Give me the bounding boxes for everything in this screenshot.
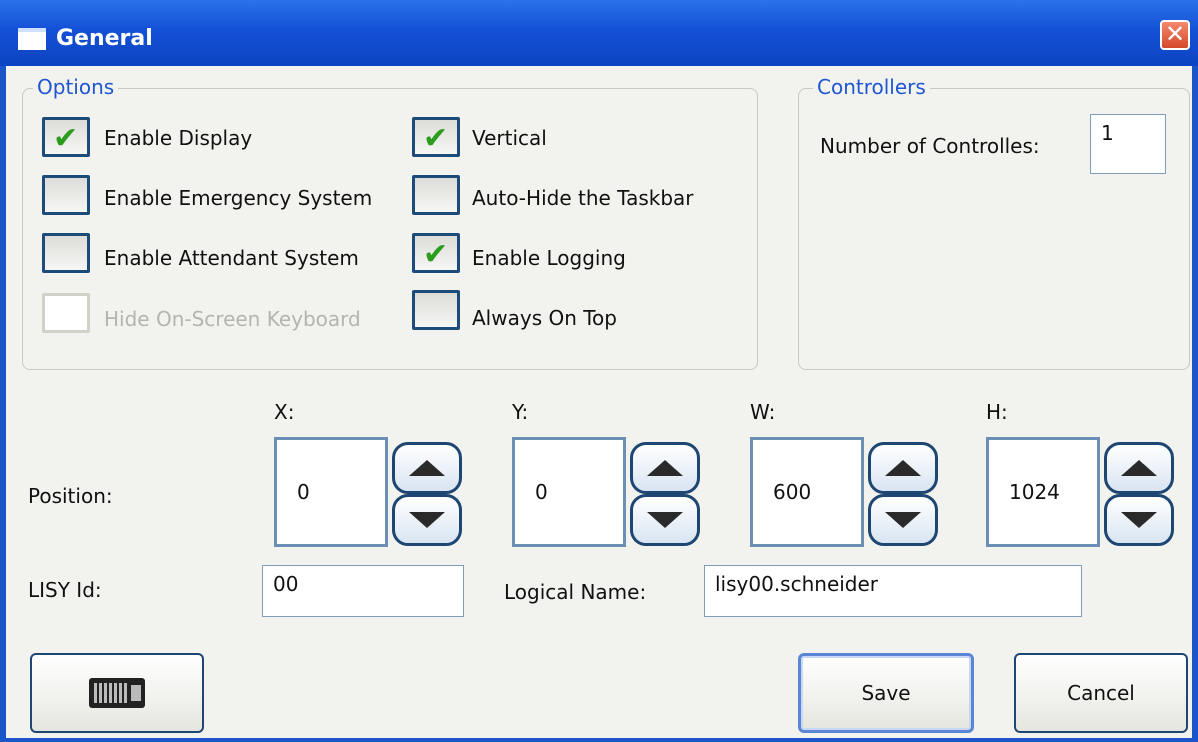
- position-label: Position:: [28, 484, 113, 508]
- keyboard-button[interactable]: [30, 653, 204, 733]
- logical-name-label: Logical Name:: [504, 580, 647, 604]
- enable-logging-label: Enable Logging: [472, 246, 626, 270]
- y-increment-button[interactable]: [630, 442, 700, 494]
- always-on-top-label: Always On Top: [472, 306, 617, 330]
- arrow-up-icon: [885, 460, 921, 476]
- h-axis-label: H:: [986, 400, 1008, 424]
- keyboard-icon: [89, 678, 145, 708]
- options-legend: Options: [33, 75, 119, 99]
- w-decrement-button[interactable]: [868, 494, 938, 546]
- y-value: 0: [535, 480, 548, 504]
- hide-on-screen-keyboard-label: Hide On-Screen Keyboard: [104, 307, 361, 331]
- logical-name-input[interactable]: lisy00.schneider: [704, 565, 1082, 617]
- enable-emergency-system-checkbox[interactable]: [42, 175, 90, 215]
- cancel-button[interactable]: Cancel: [1014, 653, 1188, 733]
- lisy-id-input[interactable]: 00: [262, 565, 464, 617]
- general-dialog: General ✕ Options ✔ Enable Display Enabl…: [0, 0, 1198, 742]
- arrow-down-icon: [885, 512, 921, 528]
- lisy-id-label: LISY Id:: [28, 578, 102, 602]
- checkmark-icon: ✔: [423, 121, 449, 156]
- w-axis-label: W:: [750, 400, 776, 424]
- auto-hide-taskbar-checkbox[interactable]: [412, 175, 460, 215]
- h-input[interactable]: 1024: [986, 437, 1100, 547]
- enable-logging-checkbox[interactable]: ✔: [412, 233, 460, 273]
- number-of-controllers-input[interactable]: 1: [1090, 114, 1166, 174]
- w-value: 600: [773, 480, 812, 504]
- y-input[interactable]: 0: [512, 437, 626, 547]
- title-bar[interactable]: General ✕: [0, 0, 1198, 66]
- checkmark-icon: ✔: [53, 121, 79, 156]
- x-axis-label: X:: [274, 400, 295, 424]
- window-title: General: [56, 26, 153, 51]
- enable-attendant-system-checkbox[interactable]: [42, 233, 90, 273]
- controllers-legend: Controllers: [813, 75, 930, 99]
- arrow-up-icon: [409, 460, 445, 476]
- w-input[interactable]: 600: [750, 437, 864, 547]
- x-value: 0: [297, 480, 310, 504]
- close-button[interactable]: ✕: [1160, 20, 1190, 50]
- arrow-up-icon: [647, 460, 683, 476]
- arrow-down-icon: [647, 512, 683, 528]
- auto-hide-taskbar-label: Auto-Hide the Taskbar: [472, 186, 694, 210]
- x-input[interactable]: 0: [274, 437, 388, 547]
- x-increment-button[interactable]: [392, 442, 462, 494]
- arrow-down-icon: [1121, 512, 1157, 528]
- hide-on-screen-keyboard-checkbox: [42, 293, 90, 333]
- arrow-down-icon: [409, 512, 445, 528]
- number-of-controllers-label: Number of Controlles:: [820, 134, 1040, 158]
- checkmark-icon: ✔: [423, 237, 449, 272]
- vertical-label: Vertical: [472, 126, 547, 150]
- h-value: 1024: [1009, 480, 1060, 504]
- enable-display-label: Enable Display: [104, 126, 253, 150]
- w-increment-button[interactable]: [868, 442, 938, 494]
- arrow-up-icon: [1121, 460, 1157, 476]
- vertical-checkbox[interactable]: ✔: [412, 117, 460, 157]
- enable-display-checkbox[interactable]: ✔: [42, 117, 90, 157]
- x-decrement-button[interactable]: [392, 494, 462, 546]
- h-increment-button[interactable]: [1104, 442, 1174, 494]
- window-icon: [18, 28, 46, 50]
- enable-emergency-system-label: Enable Emergency System: [104, 186, 373, 210]
- y-axis-label: Y:: [512, 400, 529, 424]
- enable-attendant-system-label: Enable Attendant System: [104, 246, 359, 270]
- save-button[interactable]: Save: [798, 653, 974, 733]
- h-decrement-button[interactable]: [1104, 494, 1174, 546]
- always-on-top-checkbox[interactable]: [412, 290, 460, 330]
- y-decrement-button[interactable]: [630, 494, 700, 546]
